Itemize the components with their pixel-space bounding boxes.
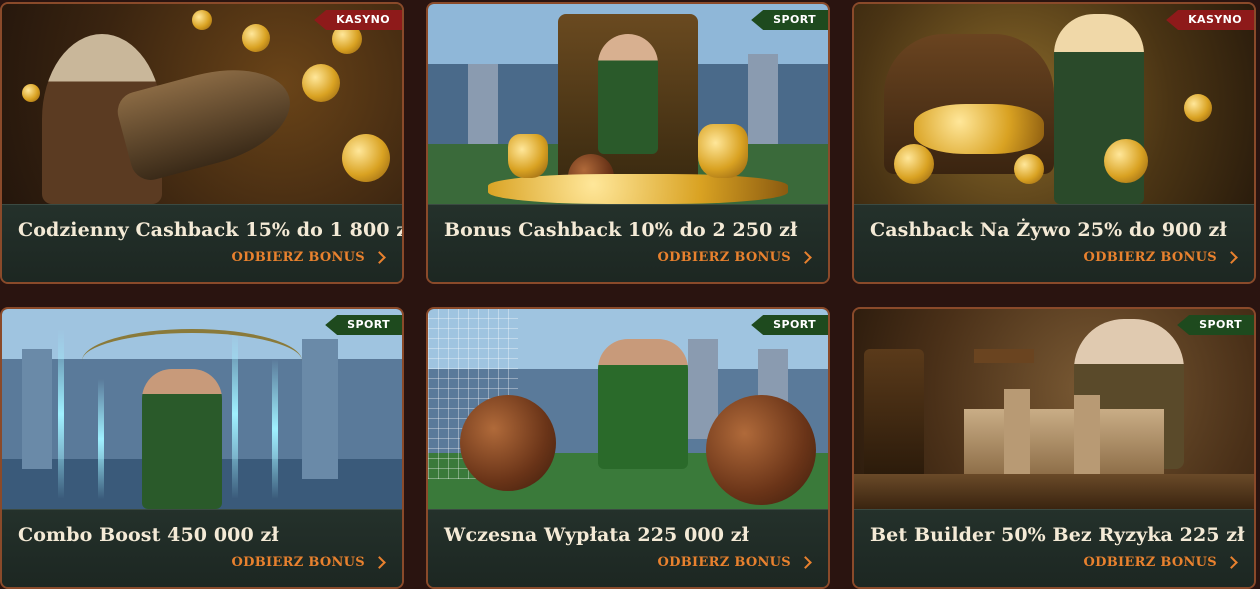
claim-bonus-label: ODBIERZ BONUS — [657, 555, 791, 570]
promo-title: Cashback Na Żywo 25% do 900 zł — [870, 219, 1227, 241]
category-badge: SPORT — [1177, 315, 1254, 335]
category-badge: SPORT — [751, 315, 828, 335]
promo-card-footer: Codzienny Cashback 15% do 1 800 zł ODBIE… — [2, 204, 404, 282]
promo-card-bet-builder[interactable]: SPORT Bet Builder 50% Bez Ryzyka 225 zł … — [852, 307, 1256, 589]
claim-bonus-label: ODBIERZ BONUS — [231, 250, 365, 265]
chevron-right-icon — [1225, 556, 1238, 569]
claim-bonus-link[interactable]: ODBIERZ BONUS — [231, 250, 386, 265]
promo-card-footer: Wczesna Wypłata 225 000 zł ODBIERZ BONUS — [428, 509, 828, 587]
chevron-right-icon — [373, 556, 386, 569]
promo-card-early-payout[interactable]: SPORT Wczesna Wypłata 225 000 zł ODBIERZ… — [426, 307, 830, 589]
promo-card-live-cashback[interactable]: KASYNO Cashback Na Żywo 25% do 900 zł OD… — [852, 2, 1256, 284]
promo-title: Wczesna Wypłata 225 000 zł — [444, 524, 750, 546]
category-badge: KASYNO — [314, 10, 402, 30]
claim-bonus-link[interactable]: ODBIERZ BONUS — [231, 555, 386, 570]
promo-image-king-throne-stadium — [428, 4, 828, 204]
promo-image-castle-builder — [854, 309, 1254, 509]
claim-bonus-label: ODBIERZ BONUS — [1083, 555, 1217, 570]
chevron-right-icon — [373, 251, 386, 264]
promo-title: Codzienny Cashback 15% do 1 800 zł — [18, 219, 404, 241]
claim-bonus-link[interactable]: ODBIERZ BONUS — [1083, 555, 1238, 570]
promotions-grid: KASYNO Codzienny Cashback 15% do 1 800 z… — [0, 0, 1260, 589]
promo-card-bonus-cashback[interactable]: SPORT Bonus Cashback 10% do 2 250 zł ODB… — [426, 2, 830, 284]
claim-bonus-label: ODBIERZ BONUS — [231, 555, 365, 570]
chevron-right-icon — [799, 556, 812, 569]
claim-bonus-link[interactable]: ODBIERZ BONUS — [657, 250, 812, 265]
promo-image-football-player — [428, 309, 828, 509]
promo-image-archer — [2, 309, 402, 509]
promo-card-footer: Bonus Cashback 10% do 2 250 zł ODBIERZ B… — [428, 204, 828, 282]
promo-title: Bet Builder 50% Bez Ryzyka 225 zł — [870, 524, 1245, 546]
promo-title: Combo Boost 450 000 zł — [18, 524, 279, 546]
promo-card-daily-cashback[interactable]: KASYNO Codzienny Cashback 15% do 1 800 z… — [0, 2, 404, 284]
chevron-right-icon — [799, 251, 812, 264]
promo-image-treasure-chest — [854, 4, 1254, 204]
category-badge: KASYNO — [1166, 10, 1254, 30]
category-badge: SPORT — [325, 315, 402, 335]
chevron-right-icon — [1225, 251, 1238, 264]
claim-bonus-label: ODBIERZ BONUS — [657, 250, 791, 265]
promo-title: Bonus Cashback 10% do 2 250 zł — [444, 219, 798, 241]
claim-bonus-link[interactable]: ODBIERZ BONUS — [1083, 250, 1238, 265]
promo-image-dwarf-cannon — [2, 4, 402, 204]
promo-card-footer: Bet Builder 50% Bez Ryzyka 225 zł ODBIER… — [854, 509, 1254, 587]
claim-bonus-link[interactable]: ODBIERZ BONUS — [657, 555, 812, 570]
promo-card-combo-boost[interactable]: SPORT Combo Boost 450 000 zł ODBIERZ BON… — [0, 307, 404, 589]
claim-bonus-label: ODBIERZ BONUS — [1083, 250, 1217, 265]
category-badge: SPORT — [751, 10, 828, 30]
promo-card-footer: Cashback Na Żywo 25% do 900 zł ODBIERZ B… — [854, 204, 1254, 282]
promo-card-footer: Combo Boost 450 000 zł ODBIERZ BONUS — [2, 509, 402, 587]
